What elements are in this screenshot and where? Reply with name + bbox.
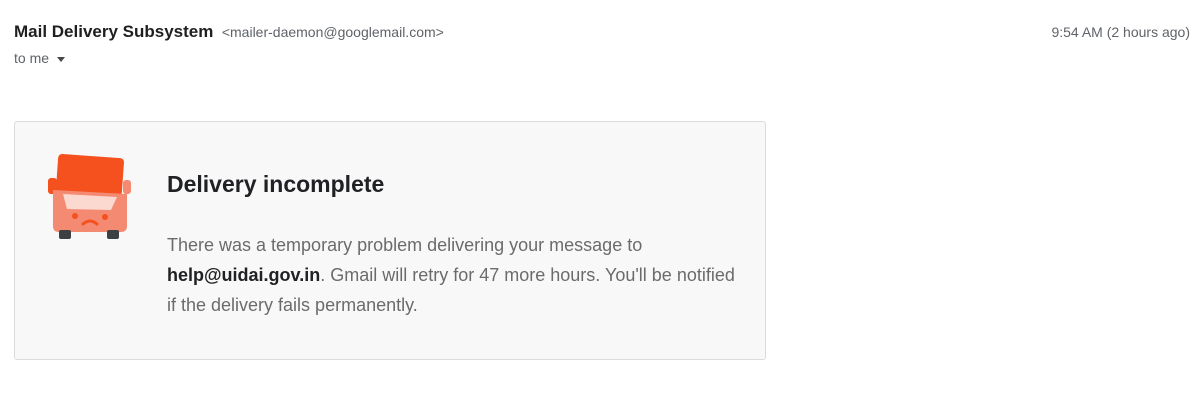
recipient-label: to me bbox=[14, 50, 50, 66]
card-title: Delivery incomplete bbox=[167, 171, 385, 197]
recipient-address: help@uidai.gov.in bbox=[167, 265, 321, 285]
sender-name[interactable]: Mail Delivery Subsystem bbox=[14, 22, 213, 41]
sender-email: <mailer-daemon@googlemail.com> bbox=[221, 24, 444, 40]
chevron-down-icon[interactable] bbox=[57, 56, 66, 62]
card-message: There was a temporary problem delivering… bbox=[167, 230, 737, 320]
delivery-status-card: Delivery incomplete There was a temporar… bbox=[14, 121, 766, 360]
sender-line: Mail Delivery Subsystem <mailer-daemon@g… bbox=[14, 22, 444, 42]
message-timestamp: 9:54 AM (2 hours ago) bbox=[1051, 24, 1190, 40]
recipient-details-toggle[interactable]: to me bbox=[14, 50, 66, 66]
message-header: Mail Delivery Subsystem <mailer-daemon@g… bbox=[14, 22, 1200, 72]
card-message-intro: There was a temporary problem delivering… bbox=[167, 235, 643, 255]
sad-truck-icon bbox=[48, 154, 131, 239]
